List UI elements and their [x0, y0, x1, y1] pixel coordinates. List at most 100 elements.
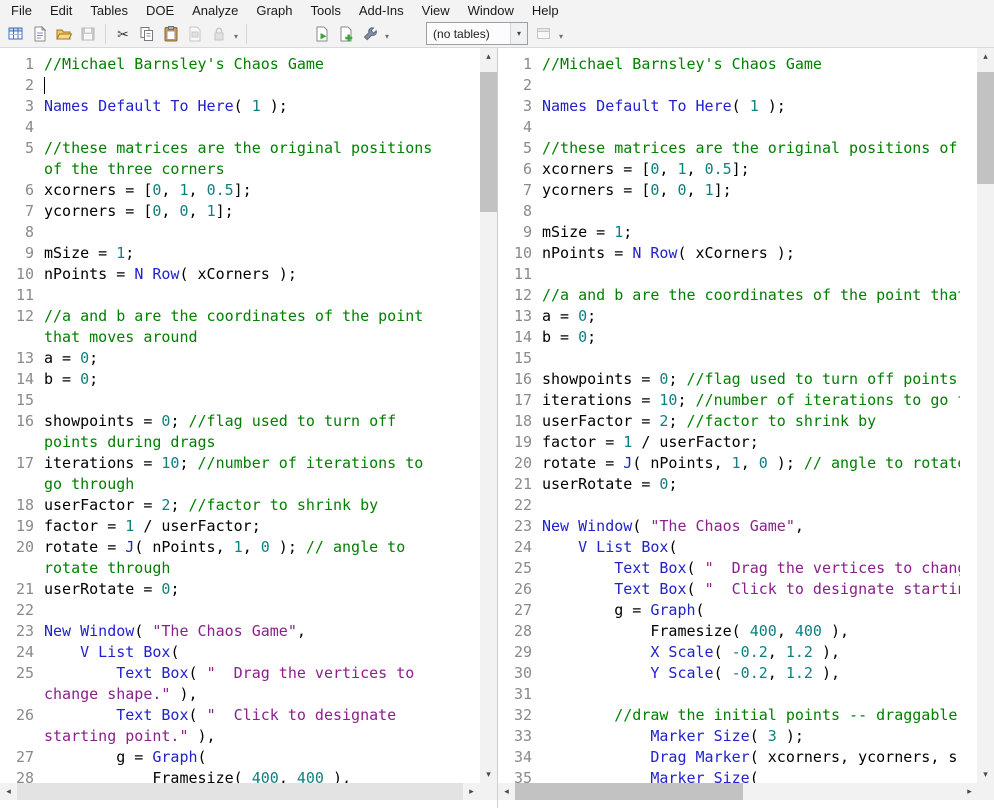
menu-edit[interactable]: Edit [41, 1, 81, 20]
code-text[interactable]: userFactor = 2; //factor to shrink by [542, 411, 960, 432]
menu-help[interactable]: Help [523, 1, 568, 20]
code-text[interactable]: userRotate = 0; [44, 579, 444, 600]
menu-view[interactable]: View [413, 1, 459, 20]
code-text[interactable]: V List Box( [542, 537, 960, 558]
chevron-down-icon[interactable]: ▾ [510, 23, 527, 44]
scroll-right-arrow[interactable]: ▸ [463, 783, 480, 800]
code-text[interactable]: nPoints = N Row( xCorners ); [44, 264, 444, 285]
code-text[interactable]: //draw the initial points -- draggable [542, 705, 960, 726]
scrollbar-thumb[interactable] [515, 783, 743, 800]
code-text[interactable]: Text Box( " Drag the vertices to change … [542, 558, 960, 579]
code-text[interactable]: rotate = J( nPoints, 1, 0 ); // angle to… [44, 537, 444, 579]
code-text[interactable]: Text Box( " Click to designate starting … [44, 705, 444, 747]
code-text[interactable] [542, 264, 960, 285]
code-text[interactable]: iterations = 10; //number of iterations … [542, 390, 960, 411]
code-text[interactable]: Marker Size( 3 ); [542, 726, 960, 747]
code-text[interactable]: ycorners = [0, 0, 1]; [44, 201, 444, 222]
code-text[interactable] [44, 222, 444, 243]
code-text[interactable]: xcorners = [0, 1, 0.5]; [542, 159, 960, 180]
menu-file[interactable]: File [2, 1, 41, 20]
scroll-right-arrow[interactable]: ▸ [961, 783, 978, 800]
code-text[interactable]: iterations = 10; //number of iterations … [44, 453, 444, 495]
scrollbar-thumb[interactable] [977, 72, 994, 184]
paste-icon[interactable] [159, 22, 183, 46]
code-text[interactable]: xcorners = [0, 1, 0.5]; [44, 180, 444, 201]
code-text[interactable]: ycorners = [0, 0, 1]; [542, 180, 960, 201]
code-text[interactable] [44, 390, 444, 411]
code-text[interactable]: Framesize( 400, 400 ), [542, 621, 960, 642]
tables-dropdown[interactable]: (no tables) ▾ [426, 22, 528, 45]
save-icon[interactable] [76, 22, 100, 46]
code-text[interactable]: Names Default To Here( 1 ); [44, 96, 444, 117]
scroll-left-arrow[interactable]: ◂ [0, 783, 17, 800]
toolbar-overflow-chevron[interactable]: ▾ [559, 26, 563, 41]
journal-icon[interactable] [183, 22, 207, 46]
window-list-icon[interactable] [532, 22, 556, 46]
scroll-up-arrow[interactable]: ▴ [977, 48, 994, 65]
code-text[interactable]: rotate = J( nPoints, 1, 0 ); // angle to… [542, 453, 960, 474]
code-text[interactable]: a = 0; [542, 306, 960, 327]
code-text[interactable]: mSize = 1; [542, 222, 960, 243]
code-text[interactable] [542, 348, 960, 369]
code-text[interactable]: mSize = 1; [44, 243, 444, 264]
code-text[interactable] [542, 684, 960, 705]
code-text[interactable]: factor = 1 / userFactor; [44, 516, 444, 537]
horizontal-scrollbar[interactable]: ◂ ▸ [498, 783, 978, 800]
code-text[interactable]: g = Graph( [542, 600, 960, 621]
code-text[interactable]: Y Scale( -0.2, 1.2 ), [542, 663, 960, 684]
code-text[interactable]: a = 0; [44, 348, 444, 369]
code-text[interactable]: userFactor = 2; //factor to shrink by [44, 495, 444, 516]
code-text[interactable]: //Michael Barnsley's Chaos Game [542, 54, 960, 75]
code-text[interactable] [44, 600, 444, 621]
menu-window[interactable]: Window [459, 1, 523, 20]
scrollbar-thumb[interactable] [480, 72, 497, 212]
code-text[interactable]: V List Box( [44, 642, 444, 663]
code-text[interactable]: b = 0; [542, 327, 960, 348]
code-text[interactable] [542, 201, 960, 222]
code-text[interactable]: New Window( "The Chaos Game", [542, 516, 960, 537]
code-text[interactable] [44, 117, 444, 138]
scroll-down-arrow[interactable]: ▾ [480, 766, 497, 783]
code-text[interactable]: //Michael Barnsley's Chaos Game [44, 54, 444, 75]
lock-icon[interactable] [207, 22, 231, 46]
cut-icon[interactable]: ✂ [111, 22, 135, 46]
code-text[interactable]: userRotate = 0; [542, 474, 960, 495]
code-text[interactable]: Text Box( " Drag the vertices to change … [44, 663, 444, 705]
code-text[interactable]: g = Graph( [44, 747, 444, 768]
scroll-down-arrow[interactable]: ▾ [977, 766, 994, 783]
open-icon[interactable] [52, 22, 76, 46]
code-text[interactable]: X Scale( -0.2, 1.2 ), [542, 642, 960, 663]
code-text[interactable]: //a and b are the coordinates of the poi… [44, 306, 444, 348]
code-text[interactable]: //these matrices are the original positi… [542, 138, 960, 159]
menu-tables[interactable]: Tables [81, 1, 137, 20]
scroll-left-arrow[interactable]: ◂ [498, 783, 515, 800]
code-text[interactable]: Text Box( " Click to designate starting … [542, 579, 960, 600]
code-text[interactable] [542, 495, 960, 516]
code-text[interactable]: b = 0; [44, 369, 444, 390]
toolbar-overflow-chevron[interactable]: ▾ [234, 26, 238, 41]
code-area[interactable]: 1//Michael Barnsley's Chaos Game23Names … [0, 48, 480, 789]
toolbar-overflow-chevron[interactable]: ▾ [385, 26, 389, 41]
menu-graph[interactable]: Graph [247, 1, 301, 20]
code-text[interactable]: Names Default To Here( 1 ); [542, 96, 960, 117]
code-text[interactable]: //these matrices are the original positi… [44, 138, 444, 180]
code-text[interactable]: showpoints = 0; //flag used to turn off … [542, 369, 960, 390]
code-text[interactable]: Drag Marker( xcorners, ycorners, s [542, 747, 960, 768]
code-text[interactable]: showpoints = 0; //flag used to turn off … [44, 411, 444, 453]
menu-doe[interactable]: DOE [137, 1, 183, 20]
new-journal-icon[interactable] [28, 22, 52, 46]
code-text[interactable]: factor = 1 / userFactor; [542, 432, 960, 453]
code-text[interactable]: New Window( "The Chaos Game", [44, 621, 444, 642]
code-area[interactable]: 1//Michael Barnsley's Chaos Game23Names … [498, 48, 977, 789]
code-text[interactable]: //a and b are the coordinates of the poi… [542, 285, 960, 306]
copy-icon[interactable] [135, 22, 159, 46]
new-data-table-icon[interactable] [4, 22, 28, 46]
vertical-scrollbar[interactable]: ▴ ▾ [977, 48, 994, 783]
menu-tools[interactable]: Tools [302, 1, 350, 20]
vertical-scrollbar[interactable]: ▴ ▾ [480, 48, 497, 783]
horizontal-scrollbar[interactable]: ◂ ▸ [0, 783, 480, 800]
code-text[interactable] [542, 75, 960, 96]
code-text[interactable] [542, 117, 960, 138]
code-text[interactable] [44, 75, 444, 96]
code-text[interactable]: nPoints = N Row( xCorners ); [542, 243, 960, 264]
